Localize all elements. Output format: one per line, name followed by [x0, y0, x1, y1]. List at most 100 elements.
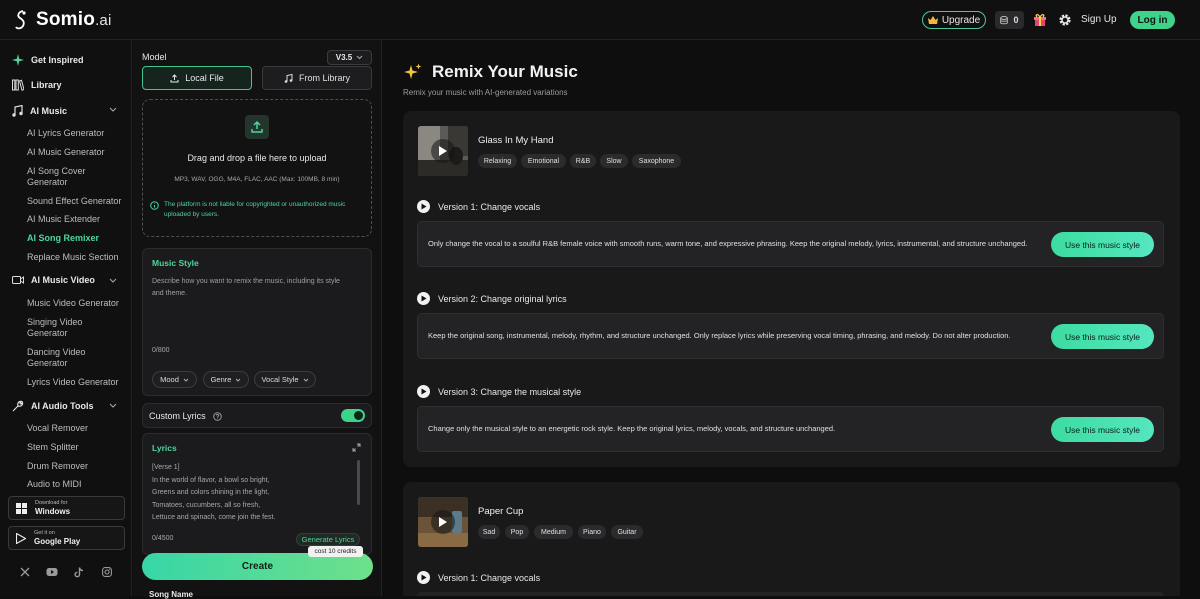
version-description: Change only the musical style to an ener…: [428, 424, 836, 433]
sidebar-item-audio-to-midi[interactable]: Audio to MIDI: [27, 479, 123, 490]
credits-box[interactable]: 0: [995, 11, 1024, 29]
song-title: Paper Cup: [478, 506, 524, 517]
music-note-icon: [12, 105, 23, 117]
sidebar-item-dancing-video-generator[interactable]: Dancing Video Generator: [27, 347, 123, 369]
sidebar-item-sound-effect-generator[interactable]: Sound Effect Generator: [27, 196, 123, 207]
sidebar-group-ai-music[interactable]: AI Music: [12, 105, 67, 117]
sidebar-label: AI Audio Tools: [31, 401, 94, 411]
disclaimer-text: The platform is not liable for copyright…: [164, 201, 346, 218]
create-button[interactable]: Create: [142, 553, 373, 580]
chevron-down-icon[interactable]: [109, 278, 117, 284]
version-row[interactable]: Version 3: Change the musical style: [417, 385, 581, 398]
gift-icon[interactable]: [1033, 12, 1047, 27]
use-music-style-button[interactable]: Use this music style: [1051, 324, 1154, 349]
coins-icon: [1000, 15, 1009, 24]
mood-select[interactable]: Mood: [152, 371, 197, 388]
custom-lyrics-label: Custom Lyrics: [149, 411, 222, 421]
version-row[interactable]: Version 2: Change original lyrics: [417, 292, 567, 305]
sidebar-label: Library: [31, 80, 62, 90]
log-in-button[interactable]: Log in: [1130, 11, 1175, 29]
download-windows-button[interactable]: Download for Windows: [8, 496, 125, 520]
tab-local-file[interactable]: Local File: [142, 66, 252, 90]
music-note-icon: [284, 73, 293, 83]
model-label: Model: [142, 52, 167, 62]
lyrics-input[interactable]: [Verse 1] In the world of flavor, a bowl…: [152, 462, 347, 525]
tag: Guitar: [611, 525, 643, 539]
version-description: Only change the vocal to a soulful R&B f…: [428, 239, 1028, 248]
chevron-down-icon[interactable]: [109, 403, 117, 409]
sparkles-icon: [404, 63, 422, 79]
version-row[interactable]: Version 1: Change vocals: [417, 200, 540, 213]
song-thumbnail[interactable]: [418, 126, 468, 176]
sidebar-label: AI Music: [30, 106, 68, 116]
chevron-up-icon[interactable]: [109, 107, 117, 113]
sidebar-item-ai-song-cover-generator[interactable]: AI Song Cover Generator: [27, 166, 123, 188]
help-icon[interactable]: [212, 411, 222, 421]
page-title: Remix Your Music: [403, 62, 578, 82]
custom-lyrics-text: Custom Lyrics: [149, 411, 206, 421]
credits-count: 0: [1013, 15, 1019, 25]
upgrade-button[interactable]: Upgrade: [922, 11, 986, 29]
tag: Medium: [534, 525, 573, 539]
chevron-down-icon: [356, 55, 363, 60]
sidebar-group-ai-music-video[interactable]: AI Music Video: [12, 275, 95, 285]
crown-icon: [927, 16, 938, 24]
youtube-icon[interactable]: [46, 567, 58, 577]
download-windows-caption: Download for: [35, 500, 68, 506]
tab-label: Local File: [185, 73, 224, 83]
gear-icon[interactable]: [1058, 13, 1072, 27]
use-music-style-button[interactable]: Use this music style: [1051, 232, 1154, 257]
lyrics-line: In the world of flavor, a bowl so bright…: [152, 476, 270, 484]
google-play-button[interactable]: Get it on Google Play: [8, 526, 125, 550]
google-play-caption: Get it on: [34, 530, 55, 536]
logo[interactable]: Somio.ai: [14, 9, 112, 31]
sidebar-item-get-inspired[interactable]: Get Inspired: [12, 54, 84, 66]
genre-select[interactable]: Genre: [203, 371, 249, 388]
lyrics-counter: 0/4500: [152, 535, 174, 542]
tiktok-icon[interactable]: [74, 567, 84, 578]
sidebar-item-library[interactable]: Library: [12, 79, 62, 91]
upload-icon: [245, 115, 269, 139]
tag: Saxophone: [632, 154, 681, 168]
sidebar-item-drum-remover[interactable]: Drum Remover: [27, 461, 123, 472]
sidebar-label: Get Inspired: [31, 55, 84, 65]
tab-from-library[interactable]: From Library: [262, 66, 372, 90]
sidebar-item-lyrics-video-generator[interactable]: Lyrics Video Generator: [27, 377, 123, 388]
sidebar-item-ai-music-extender[interactable]: AI Music Extender: [27, 214, 123, 225]
tag: Relaxing: [478, 154, 517, 168]
instagram-icon[interactable]: [102, 567, 112, 577]
sidebar-item-music-video-generator[interactable]: Music Video Generator: [27, 298, 123, 309]
version-label: Version 2: Change original lyrics: [438, 293, 567, 304]
model-version-select[interactable]: V3.5: [327, 50, 372, 65]
custom-lyrics-toggle[interactable]: [341, 409, 365, 422]
x-twitter-icon[interactable]: [20, 567, 30, 577]
sidebar-item-ai-music-generator[interactable]: AI Music Generator: [27, 147, 123, 158]
sign-up-link[interactable]: Sign Up: [1081, 14, 1117, 25]
windows-icon: [16, 502, 27, 514]
generate-lyrics-button[interactable]: Generate Lyrics: [296, 533, 360, 546]
song-thumbnail[interactable]: [418, 497, 468, 547]
sidebar-item-singing-video-generator[interactable]: Singing Video Generator: [27, 317, 123, 339]
version-description-box: [417, 592, 1164, 596]
cost-tooltip: cost 10 credits: [308, 546, 363, 557]
sidebar-item-vocal-remover[interactable]: Vocal Remover: [27, 423, 123, 434]
vocal-style-label: Vocal Style: [261, 375, 299, 384]
sidebar-item-stem-splitter[interactable]: Stem Splitter: [27, 442, 123, 453]
expand-icon[interactable]: [352, 443, 361, 452]
sidebar-label: AI Music Video: [31, 275, 95, 285]
lyrics-scrollbar[interactable]: [357, 460, 360, 505]
play-icon: [417, 292, 430, 305]
logo-text: Somio: [36, 9, 96, 30]
vocal-style-select[interactable]: Vocal Style: [254, 371, 316, 388]
upload-icon: [170, 73, 179, 82]
sidebar-item-ai-lyrics-generator[interactable]: AI Lyrics Generator: [27, 128, 123, 139]
version-row[interactable]: Version 1: Change vocals: [417, 571, 540, 584]
sidebar-group-ai-audio-tools[interactable]: AI Audio Tools: [12, 400, 94, 412]
use-music-style-button[interactable]: Use this music style: [1051, 417, 1154, 442]
music-style-input[interactable]: Describe how you want to remix the music…: [152, 276, 352, 300]
sidebar-item-ai-song-remixer[interactable]: AI Song Remixer: [27, 233, 123, 244]
sidebar-item-replace-music-section[interactable]: Replace Music Section: [27, 252, 123, 263]
logo-suffix: .ai: [95, 12, 112, 29]
lyrics-line: Tomatoes, cucumbers, all so fresh,: [152, 501, 261, 509]
tag: Sad: [478, 525, 500, 539]
